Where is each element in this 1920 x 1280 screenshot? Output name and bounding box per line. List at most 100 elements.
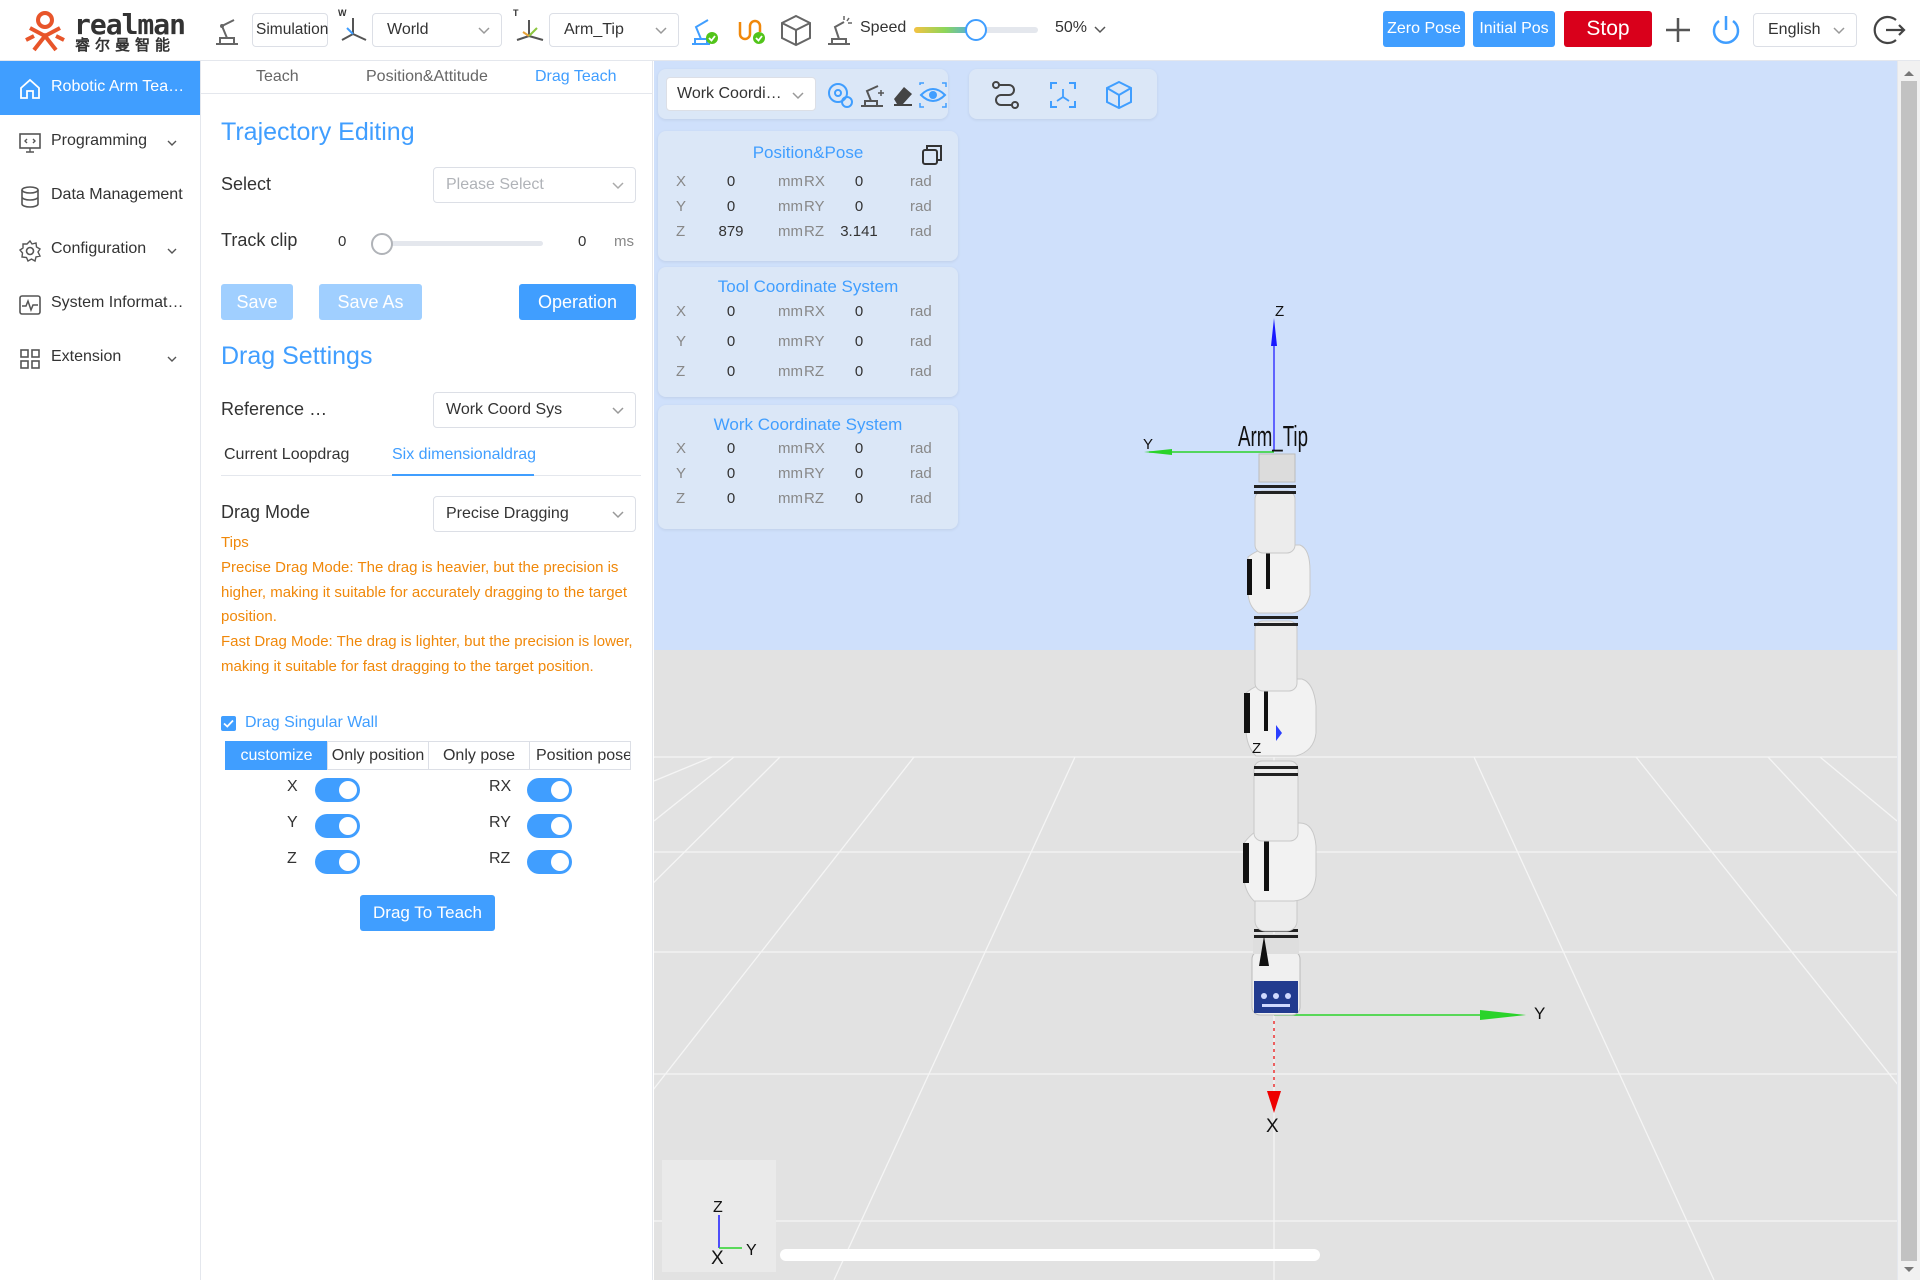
sidebar-item-robotic-arm-teaching[interactable]: Robotic Arm Teaching [0, 61, 200, 115]
3d-cube-view-icon[interactable] [1103, 79, 1135, 111]
speed-chevron-down-icon[interactable] [1093, 22, 1107, 36]
mode-select-value: Simulation [256, 21, 329, 38]
reference-select-value: Work Coord Sys [446, 401, 563, 418]
zero-pose-button[interactable]: Zero Pose [1383, 11, 1465, 47]
fit-view-icon[interactable] [1047, 79, 1079, 111]
tab-current-loopdrag[interactable]: Current Loopdrag [224, 446, 349, 464]
checkmark-icon [223, 719, 234, 728]
sidebar-item-configuration[interactable]: Configuration [0, 223, 200, 277]
grid-icon [20, 349, 40, 369]
eraser-icon[interactable] [890, 81, 916, 109]
pose-cell-a: Y [676, 333, 687, 350]
work-coordinate-card: Work Coordinate System X 0 mm RX 0 rad Y 0 mm RY 0… [658, 405, 958, 529]
work-coordinate-select[interactable]: Work Coordinate [666, 77, 816, 111]
arm-pose-icon[interactable] [858, 81, 886, 109]
scroll-up-icon[interactable] [1903, 69, 1915, 77]
trajectory-path-icon[interactable] [989, 79, 1021, 111]
vertical-scrollbar[interactable] [1897, 61, 1920, 1280]
tool-coordinate-card: Tool Coordinate System X 0 mm RX 0 rad Y 0 mm RY 0… [658, 267, 958, 397]
tool-frame-icon: T [513, 8, 545, 46]
realman-logo-icon [25, 11, 65, 52]
scroll-down-icon[interactable] [1903, 1266, 1915, 1274]
locate-pin-icon[interactable] [826, 81, 854, 109]
position-pose-card: Position&Pose X 0 mm RX 0 rad Y 0 mm RY 0 rad Z 879 mm… [658, 131, 958, 261]
path-check-icon[interactable] [732, 12, 768, 48]
robot-status-ok-icon[interactable] [686, 12, 722, 48]
reference-select[interactable]: Work Coord Sys [433, 392, 636, 428]
logout-icon[interactable] [1872, 12, 1908, 48]
track-clip-slider[interactable] [371, 233, 543, 255]
pose-cell-av: 0 [726, 465, 736, 482]
speed-label: Speed [860, 19, 907, 36]
horizontal-scrollbar-thumb[interactable] [780, 1249, 1320, 1261]
axis-z-toggle[interactable] [315, 850, 360, 874]
language-select[interactable]: English [1753, 13, 1857, 47]
mode-select[interactable]: Simulation [252, 13, 328, 47]
trajectory-select-placeholder: Please Select [446, 176, 544, 193]
axis-rx-toggle[interactable] [527, 778, 572, 802]
database-icon [21, 186, 39, 208]
stop-button[interactable]: Stop [1564, 11, 1652, 47]
tab-six-dimensional-drag[interactable]: Six dimensionaldrag [392, 446, 536, 464]
axis-ry-toggle[interactable] [527, 814, 572, 838]
arm-joint-4 [1247, 544, 1311, 614]
tab-drag-teach[interactable]: Drag Teach [535, 68, 617, 86]
segment-only-position[interactable]: Only position [327, 741, 429, 770]
tab-teach[interactable]: Teach [256, 68, 299, 86]
cube-view-icon[interactable] [778, 12, 814, 48]
view-tools-card: Work Coordinate [658, 69, 948, 119]
drag-mode-select[interactable]: Precise Dragging [433, 496, 636, 532]
speed-value: 50% [1055, 19, 1088, 36]
tool-select[interactable]: Arm_Tip [549, 13, 679, 47]
segment-only-pose[interactable]: Only pose [428, 741, 530, 770]
save-as-button[interactable]: Save As [319, 284, 422, 320]
collapse-icon[interactable] [1662, 14, 1694, 46]
orientation-gizmo-graphic: Z Y X [711, 1199, 757, 1269]
brand-subtitle: 睿尔曼智能 [75, 37, 176, 54]
operation-button[interactable]: Operation [519, 284, 636, 320]
3d-viewport[interactable]: Y X Z Y Arm_Tip Z Work Coordin Position&… [654, 61, 1897, 1280]
copy-icon[interactable] [920, 143, 944, 167]
trajectory-select[interactable]: Please Select [433, 167, 636, 203]
pose-cell-bu: rad [910, 333, 932, 350]
tab-position-attitude[interactable]: Position&Attitude [366, 68, 488, 86]
chevron-down-icon [167, 248, 177, 254]
pulse-monitor-icon [19, 295, 41, 315]
save-button[interactable]: Save [221, 284, 293, 320]
speed-slider-handle[interactable] [965, 19, 987, 41]
singular-wall-checkbox[interactable] [221, 716, 236, 731]
speed-slider[interactable] [914, 19, 1038, 41]
tip-fast-drag: Fast Drag Mode: The drag is lighter, but… [221, 633, 633, 675]
axis-x-toggle[interactable] [315, 778, 360, 802]
segment-position-pose[interactable]: Position pose [529, 741, 631, 770]
axis-rz-toggle[interactable] [527, 850, 572, 874]
top-toolbar: realman 睿尔曼智能 Simulation W World T Arm_T… [0, 0, 1920, 61]
orientation-gizmo[interactable]: Z Y X [662, 1160, 776, 1272]
camera-tools-card [969, 69, 1157, 119]
pose-cell-bu: rad [910, 440, 932, 457]
pose-cell-bv: 0 [854, 363, 864, 380]
drag-to-teach-button[interactable]: Drag To Teach [360, 895, 495, 931]
vertical-scrollbar-thumb[interactable] [1901, 81, 1917, 1261]
segment-customize[interactable]: customize [225, 741, 328, 770]
visibility-eye-icon[interactable] [918, 81, 948, 109]
sidebar-item-extension[interactable]: Extension [0, 331, 200, 385]
tip-y-label: Y [1143, 436, 1153, 453]
frame-select[interactable]: World [372, 13, 502, 47]
axis-rx-label: RX [489, 778, 512, 795]
pose-cell-a: X [676, 440, 687, 457]
sidebar-item-data-management[interactable]: Data Management [0, 169, 200, 223]
arm-tool-flange [1258, 453, 1296, 483]
singular-wall-label[interactable]: Drag Singular Wall [245, 714, 378, 732]
pose-cell-au: mm [778, 198, 803, 215]
sidebar-item-programming[interactable]: Programming [0, 115, 200, 169]
pose-cell-bv: 0 [854, 490, 864, 507]
pose-cell-au: mm [778, 465, 803, 482]
pose-cell-bu: rad [910, 303, 932, 320]
power-icon[interactable] [1708, 12, 1744, 48]
initial-pos-button[interactable]: Initial Pos [1473, 11, 1555, 47]
axis-y-toggle[interactable] [315, 814, 360, 838]
sidebar-item-system-information[interactable]: System Information [0, 277, 200, 331]
track-clip-handle[interactable] [371, 233, 393, 255]
pose-cell-au: mm [778, 363, 803, 380]
